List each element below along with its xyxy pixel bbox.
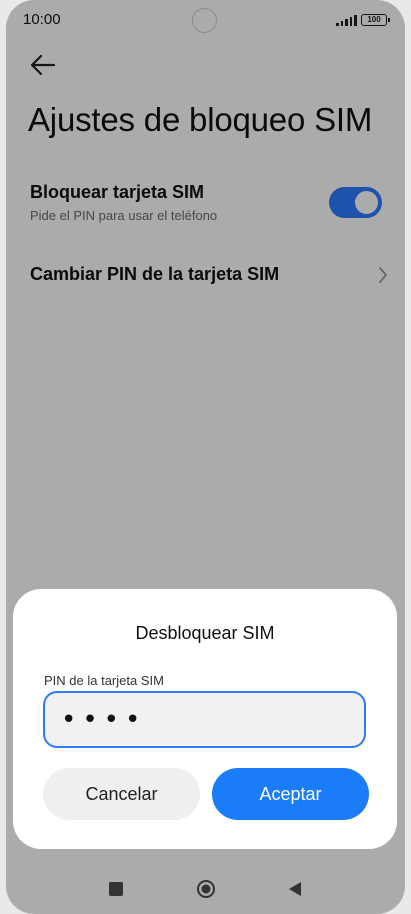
phone-frame: 10:00 100 Ajustes de bloqueo SIM Bloquea… [0,0,411,914]
recent-apps-icon[interactable] [109,882,123,896]
back-triangle-icon[interactable] [287,881,303,897]
navigation-bar [6,870,405,910]
home-icon[interactable] [196,879,216,899]
unlock-sim-dialog: Desbloquear SIM PIN de la tarjeta SIM ••… [13,589,397,849]
dialog-title: Desbloquear SIM [135,623,275,643]
screen: 10:00 100 Ajustes de bloqueo SIM Bloquea… [6,0,405,914]
cancel-button[interactable]: Cancelar [43,768,200,820]
pin-input[interactable]: •••• [43,691,366,748]
accept-button[interactable]: Aceptar [212,768,369,820]
pin-field-label: PIN de la tarjeta SIM [44,673,164,688]
